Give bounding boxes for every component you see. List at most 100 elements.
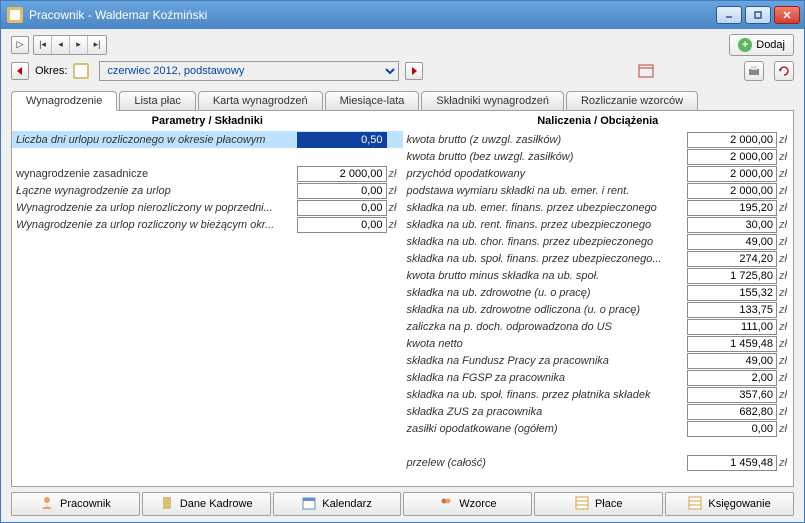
right-row[interactable]: składka na ub. chor. finans. przez ubezp… <box>403 233 794 250</box>
tab-2[interactable]: Karta wynagrodzeń <box>198 91 323 111</box>
right-value[interactable]: 274,20 <box>687 251 777 267</box>
add-button[interactable]: + Dodaj <box>729 34 794 56</box>
right-row[interactable]: składka na Fundusz Pracy za pracownika49… <box>403 352 794 369</box>
left-value[interactable]: 0,00 <box>297 217 387 233</box>
app-icon <box>7 7 23 23</box>
bottom-tab-księgowanie[interactable]: Księgowanie <box>665 492 794 516</box>
right-label: składka na ub. społ. finans. przez ubezp… <box>403 253 688 265</box>
bottom-tab-wzorce[interactable]: Wzorce <box>403 492 532 516</box>
titlebar: Pracownik - Waldemar Koźmiński <box>1 1 804 29</box>
tab-1[interactable]: Lista płac <box>119 91 195 111</box>
right-row[interactable]: składka na ub. zdrowotne odliczona (u. o… <box>403 301 794 318</box>
left-row[interactable]: Wynagrodzenie za urlop nierozliczony w p… <box>12 199 403 216</box>
print-button[interactable] <box>744 61 764 81</box>
right-label: przelew (całość) <box>403 457 688 469</box>
right-row[interactable]: składka na ub. rent. finans. przez ubezp… <box>403 216 794 233</box>
right-label: składka na ub. chor. finans. przez ubezp… <box>403 236 688 248</box>
right-value[interactable]: 49,00 <box>687 234 777 250</box>
right-value[interactable]: 195,20 <box>687 200 777 216</box>
right-row[interactable]: zaliczka na p. doch. odprowadzona do US1… <box>403 318 794 335</box>
grid-icon <box>575 496 589 513</box>
left-column-header: Parametry / Składniki <box>12 115 403 127</box>
right-value[interactable]: 111,00 <box>687 319 777 335</box>
nav-first-button[interactable]: |◂ <box>34 36 52 54</box>
left-value[interactable]: 2 000,00 <box>297 166 387 182</box>
left-row[interactable]: Wynagrodzenie za urlop rozliczony w bież… <box>12 216 403 233</box>
nav-next-button[interactable]: ▸ <box>70 36 88 54</box>
tab-0[interactable]: Wynagrodzenie <box>11 91 117 111</box>
right-row[interactable] <box>403 437 794 454</box>
right-value[interactable]: 49,00 <box>687 353 777 369</box>
right-unit: zł <box>779 134 793 146</box>
period-next-button[interactable] <box>405 62 423 80</box>
minimize-button[interactable] <box>716 6 742 24</box>
nav-prev-button[interactable]: ◂ <box>52 36 70 54</box>
right-value[interactable]: 0,00 <box>687 421 777 437</box>
right-value[interactable]: 155,32 <box>687 285 777 301</box>
refresh-button[interactable] <box>774 61 794 81</box>
left-value[interactable]: 0,00 <box>297 200 387 216</box>
right-row[interactable]: przychód opodatkowany2 000,00zł <box>403 165 794 182</box>
left-label: Liczba dni urlopu rozliczonego w okresie… <box>12 134 297 146</box>
nav-last-button[interactable]: ▸| <box>88 36 106 54</box>
right-label: składka na FGŚP za pracownika <box>403 372 688 384</box>
right-row[interactable]: składka na ub. społ. finans. przez płatn… <box>403 386 794 403</box>
left-row[interactable]: Liczba dni urlopu rozliczonego w okresie… <box>12 131 403 148</box>
right-value[interactable]: 1 725,80 <box>687 268 777 284</box>
right-value[interactable]: 357,60 <box>687 387 777 403</box>
period-prev-button[interactable] <box>11 62 29 80</box>
right-unit: zł <box>779 389 793 401</box>
right-row[interactable]: kwota netto1 459,48zł <box>403 335 794 352</box>
right-value[interactable]: 2,00 <box>687 370 777 386</box>
right-row[interactable]: składka ZUS za pracownika682,80zł <box>403 403 794 420</box>
right-unit: zł <box>779 236 793 248</box>
tab-5[interactable]: Rozliczanie wzorców <box>566 91 698 111</box>
left-row[interactable]: Łączne wynagrodzenie za urlop0,00zł <box>12 182 403 199</box>
left-value[interactable]: 0,50 <box>297 132 387 148</box>
right-label: składka na ub. rent. finans. przez ubezp… <box>403 219 688 231</box>
right-value[interactable]: 30,00 <box>687 217 777 233</box>
bottom-tab-płace[interactable]: Płace <box>534 492 663 516</box>
right-row[interactable]: zasiłki opodatkowane (ogółem)0,00zł <box>403 420 794 437</box>
user-icon <box>40 496 54 513</box>
date-icon[interactable] <box>638 64 654 78</box>
bottom-tab-kalendarz[interactable]: Kalendarz <box>273 492 402 516</box>
right-label: zaliczka na p. doch. odprowadzona do US <box>403 321 688 333</box>
right-value[interactable]: 2 000,00 <box>687 166 777 182</box>
right-value[interactable]: 2 000,00 <box>687 149 777 165</box>
right-value[interactable]: 682,80 <box>687 404 777 420</box>
left-value[interactable]: 0,00 <box>297 183 387 199</box>
right-label: zasiłki opodatkowane (ogółem) <box>403 423 688 435</box>
bottom-tab-pracownik[interactable]: Pracownik <box>11 492 140 516</box>
right-value[interactable]: 1 459,48 <box>687 455 777 471</box>
nav-play-button[interactable]: ▷ <box>11 36 29 54</box>
left-row[interactable] <box>12 148 403 165</box>
right-row[interactable]: składka na FGŚP za pracownika2,00zł <box>403 369 794 386</box>
right-row[interactable]: kwota brutto (z uwzgl. zasiłków)2 000,00… <box>403 131 794 148</box>
tab-3[interactable]: Miesiące-lata <box>325 91 420 111</box>
right-value[interactable]: 1 459,48 <box>687 336 777 352</box>
right-row[interactable]: składka na ub. emer. finans. przez ubezp… <box>403 199 794 216</box>
close-button[interactable] <box>774 6 800 24</box>
maximize-button[interactable] <box>745 6 771 24</box>
right-value[interactable]: 133,75 <box>687 302 777 318</box>
right-row[interactable]: kwota brutto (bez uwzgl. zasiłków)2 000,… <box>403 148 794 165</box>
right-row[interactable]: przelew (całość)1 459,48zł <box>403 454 794 471</box>
right-label: przychód opodatkowany <box>403 168 688 180</box>
right-row[interactable]: podstawa wymiaru składki na ub. emer. i … <box>403 182 794 199</box>
right-row[interactable]: składka na ub. społ. finans. przez ubezp… <box>403 250 794 267</box>
right-column-header: Naliczenia / Obciążenia <box>403 115 794 127</box>
bottom-tab-dane-kadrowe[interactable]: Dane Kadrowe <box>142 492 271 516</box>
left-unit: zł <box>389 168 403 180</box>
left-row[interactable]: wynagrodzenie zasadnicze2 000,00zł <box>12 165 403 182</box>
right-label: składka na ub. emer. finans. przez ubezp… <box>403 202 688 214</box>
book-icon <box>73 63 89 79</box>
right-value[interactable]: 2 000,00 <box>687 132 777 148</box>
right-row[interactable]: kwota brutto minus składka na ub. społ.1… <box>403 267 794 284</box>
period-select[interactable]: czerwiec 2012, podstawowy <box>99 61 399 81</box>
right-label: składka ZUS za pracownika <box>403 406 688 418</box>
tab-4[interactable]: Składniki wynagrodzeń <box>421 91 564 111</box>
right-row[interactable]: składka na ub. zdrowotne (u. o pracę)155… <box>403 284 794 301</box>
right-unit: zł <box>779 338 793 350</box>
right-value[interactable]: 2 000,00 <box>687 183 777 199</box>
